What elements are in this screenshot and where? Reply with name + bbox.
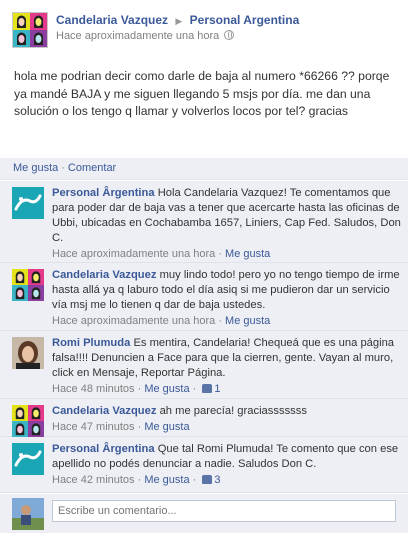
comment-meta: Hace 42 minutos · Me gusta · 3 (52, 474, 221, 486)
comment-author-link[interactable]: Personal Ârgentina (52, 443, 155, 455)
comment-meta: Hace 48 minutos · Me gusta · 1 (52, 383, 221, 395)
commenter-avatar[interactable] (12, 443, 44, 475)
comment-link[interactable]: Comentar (68, 162, 116, 174)
post-header: Candelaria Vazquez ▶ Personal Argentina … (12, 12, 402, 48)
commenter-avatar[interactable] (12, 269, 44, 301)
commenter-avatar[interactable] (12, 187, 44, 219)
comment-body: Romi Plumuda Es mentira, Candelaria! Che… (52, 336, 402, 397)
comment-time[interactable]: Hace aproximadamente una hora (52, 248, 215, 260)
comment-author-link[interactable]: Candelaria Vazquez (52, 405, 156, 417)
globe-icon (224, 30, 235, 40)
thumbs-up-icon (202, 384, 213, 393)
comment-item: Personal Ârgentina Hola Candelaria Vazqu… (0, 181, 408, 263)
author-avatar[interactable] (12, 12, 48, 48)
commenter-avatar[interactable] (12, 405, 44, 437)
comment-like-link[interactable]: Me gusta (225, 248, 270, 260)
post-target-link[interactable]: Personal Argentina (190, 13, 300, 27)
comment-time[interactable]: Hace 48 minutos (52, 383, 135, 395)
post-text: hola me podrian decir como darle de baja… (14, 69, 390, 118)
comment-like-link[interactable]: Me gusta (144, 421, 189, 433)
post-author-line: Candelaria Vazquez ▶ Personal Argentina (56, 13, 299, 27)
comment-body: Candelaria Vazquez muy lindo todo! pero … (52, 268, 402, 329)
comment-item: Candelaria Vazquez muy lindo todo! pero … (0, 263, 408, 331)
like-count[interactable]: 3 (214, 474, 220, 486)
comment-like-link[interactable]: Me gusta (144, 474, 189, 486)
comment-like-link[interactable]: Me gusta (225, 315, 270, 327)
post-meta: Hace aproximadamente una hora (56, 30, 235, 42)
comment-meta: Hace 47 minutos · Me gusta (52, 421, 190, 433)
comment-meta: Hace aproximadamente una hora · Me gusta (52, 248, 271, 260)
comment-item: Romi Plumuda Es mentira, Candelaria! Che… (0, 331, 408, 399)
comment-input[interactable] (52, 500, 396, 522)
comment-body: Personal Ârgentina Hola Candelaria Vazqu… (52, 186, 402, 262)
post-timestamp[interactable]: Hace aproximadamente una hora (56, 30, 219, 42)
comment-meta: Hace aproximadamente una hora · Me gusta (52, 315, 271, 327)
comment-body: Personal Ârgentina Que tal Romi Plumuda!… (52, 442, 402, 488)
comment-time[interactable]: Hace 47 minutos (52, 421, 135, 433)
thumbs-up-icon (202, 475, 213, 484)
comment-time[interactable]: Hace 42 minutos (52, 474, 135, 486)
post-actions: Me gusta · Comentar (0, 158, 408, 180)
comment-text: ah me parecía! graciasssssss (159, 405, 307, 417)
comment-item: Candelaria Vazquez ah me parecía! gracia… (0, 399, 408, 437)
comment-like-link[interactable]: Me gusta (144, 383, 189, 395)
commenter-avatar[interactable] (12, 337, 44, 369)
comment-author-link[interactable]: Personal Ârgentina (52, 187, 155, 199)
comment-author-link[interactable]: Romi Plumuda (52, 337, 130, 349)
like-count[interactable]: 1 (214, 383, 220, 395)
write-comment-box (0, 494, 408, 533)
comment-item: Personal Ârgentina Que tal Romi Plumuda!… (0, 437, 408, 493)
like-link[interactable]: Me gusta (13, 162, 58, 174)
comment-time[interactable]: Hace aproximadamente una hora (52, 315, 215, 327)
comment-body: Candelaria Vazquez ah me parecía! gracia… (52, 404, 402, 435)
post-author-link[interactable]: Candelaria Vazquez (56, 13, 168, 27)
arrow-right-icon: ▶ (175, 16, 183, 26)
current-user-avatar (12, 498, 44, 530)
comment-author-link[interactable]: Candelaria Vazquez (52, 269, 156, 281)
